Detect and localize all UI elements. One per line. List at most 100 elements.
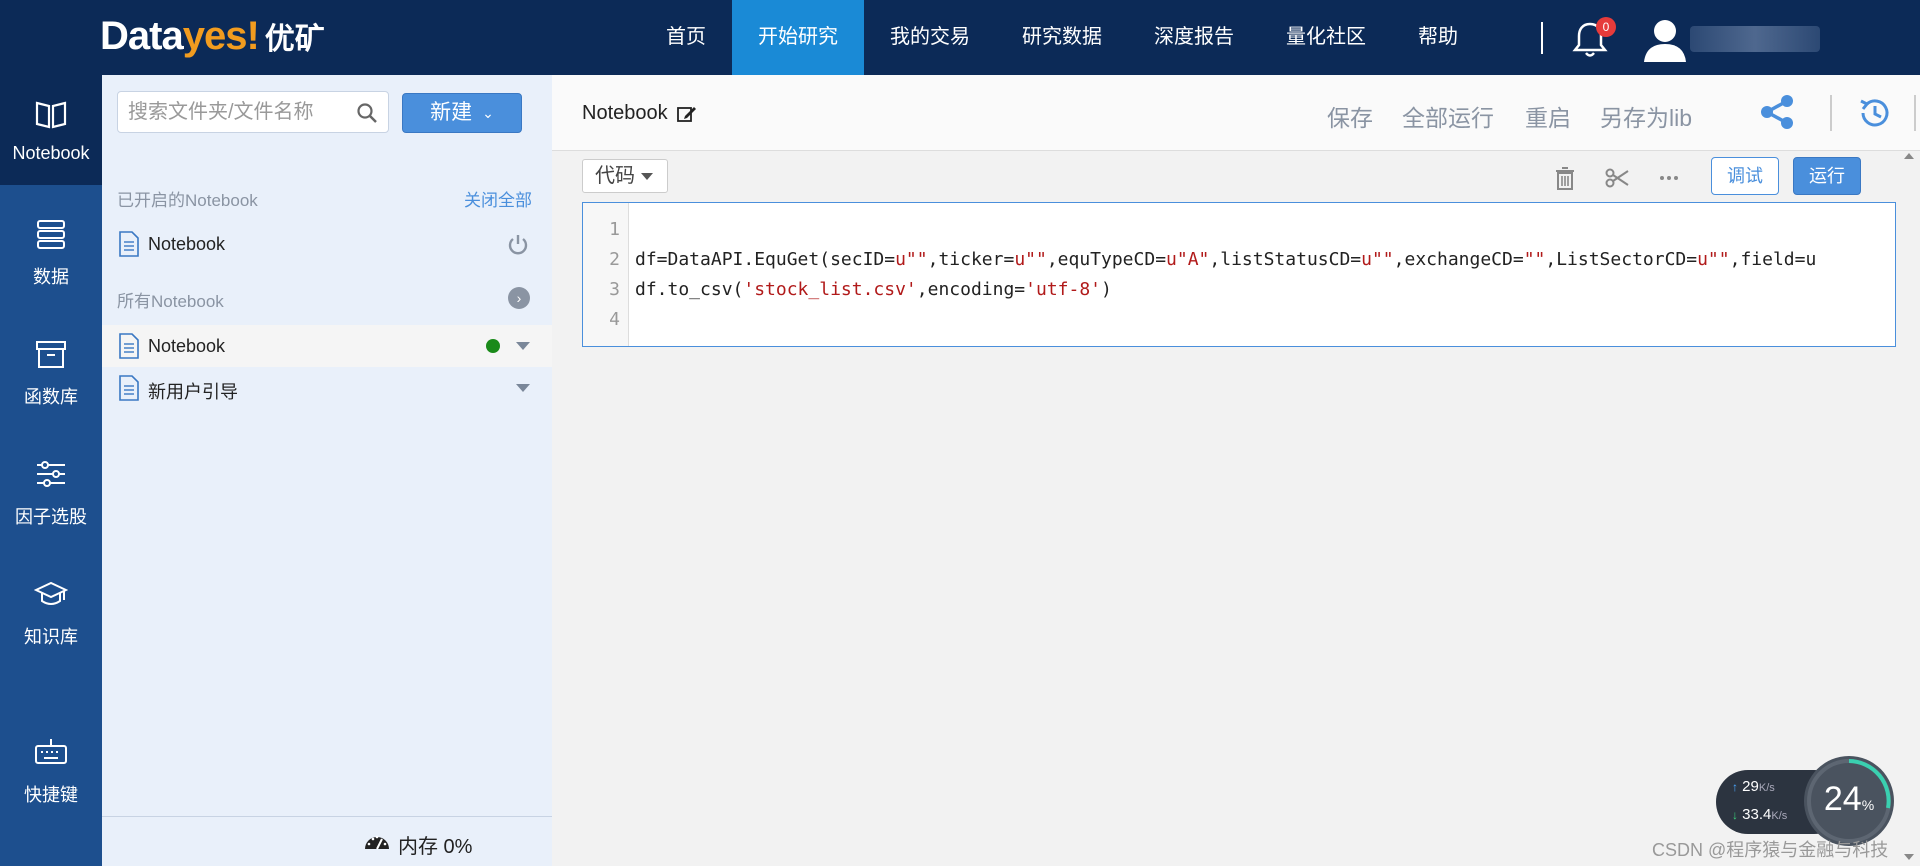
logo-yes: yes! [182, 14, 260, 58]
opened-notebooks-title: 已开启的Notebook [117, 191, 258, 210]
running-status-dot [486, 339, 500, 353]
line-number: 3 [609, 279, 620, 300]
graduation-cap-icon [34, 581, 68, 605]
chevron-down-icon: ⌄ [482, 105, 494, 122]
notebook-label: Notebook [148, 234, 226, 254]
keyboard-icon [35, 739, 67, 764]
opened-notebook-item[interactable]: Notebook [102, 223, 552, 265]
sliders-icon [37, 461, 65, 487]
upload-speed: ↑ 29K/s [1732, 778, 1775, 795]
trash-icon[interactable] [1552, 165, 1578, 191]
power-icon[interactable] [506, 233, 530, 257]
close-all-link[interactable]: 关闭全部 [464, 186, 532, 211]
user-name-blurred[interactable] [1690, 26, 1820, 52]
rail-knowledge[interactable]: 知识库 [0, 555, 102, 665]
toolbar-divider [1830, 95, 1832, 131]
notebook-title[interactable]: Notebook [582, 102, 697, 125]
scroll-down-icon[interactable] [1904, 854, 1914, 860]
restart-button[interactable]: 重启 [1525, 99, 1571, 133]
code-line: df=DataAPI.EquGet(secID=u"",ticker=u"",e… [635, 249, 1817, 270]
nav-community[interactable]: 量化社区 [1260, 0, 1392, 75]
gauge-icon [365, 835, 389, 850]
logo-cn: 优矿 [264, 23, 325, 56]
caret-down-icon[interactable] [516, 384, 530, 392]
rail-label: Notebook [12, 143, 90, 163]
download-unit: K/s [1771, 810, 1788, 822]
history-icon[interactable] [1857, 95, 1893, 131]
cpu-value: 24% [1804, 780, 1894, 819]
main-nav: 首页 开始研究 我的交易 研究数据 深度报告 量化社区 帮助 [640, 0, 1484, 75]
toolbar-divider [1914, 95, 1916, 131]
more-icon[interactable] [1656, 165, 1682, 191]
document-icon [119, 231, 139, 257]
rail-notebook[interactable]: Notebook [0, 75, 102, 185]
code-cell[interactable]: 1 2 3 4 df=DataAPI.EquGet(secID=u"",tick… [582, 202, 1896, 347]
logo-data: Data [100, 14, 184, 58]
cell-type-select[interactable]: 代码 [582, 159, 668, 193]
book-icon [35, 101, 67, 129]
code-line: df.to_csv('stock_list.csv',encoding='utf… [635, 279, 1112, 300]
cell-type-value: 代码 [595, 165, 635, 187]
cpu-number: 24 [1823, 780, 1862, 818]
nav-research-data[interactable]: 研究数据 [996, 0, 1128, 75]
document-icon [119, 375, 139, 401]
upload-value: 29 [1742, 778, 1759, 795]
new-button-label: 新建 [430, 101, 473, 124]
database-icon [37, 220, 65, 249]
vertical-scrollbar[interactable] [1898, 153, 1920, 866]
line-number: 4 [609, 309, 620, 330]
notebook-editor: Notebook 保存 全部运行 重启 另存为lib 代码 调试 运行 1 2 … [552, 75, 1920, 866]
left-rail: Notebook 数据 函数库 因子选股 知识库 快捷键 [0, 75, 102, 866]
share-icon[interactable] [1758, 93, 1796, 131]
top-bar: Data yes! 优矿 首页 开始研究 我的交易 研究数据 深度报告 量化社区 帮… [0, 0, 1920, 75]
cpu-unit: % [1861, 797, 1875, 813]
user-avatar-icon[interactable] [1640, 14, 1690, 64]
nav-trading[interactable]: 我的交易 [864, 0, 996, 75]
all-notebooks-title: 所有Notebook [117, 292, 224, 311]
run-all-button[interactable]: 全部运行 [1402, 99, 1494, 133]
edit-icon[interactable] [677, 105, 697, 123]
new-button[interactable]: 新建 ⌄ [402, 93, 522, 133]
nav-divider [1541, 22, 1543, 54]
notebook-list-item[interactable]: 新用户引导 [102, 367, 552, 409]
rail-data[interactable]: 数据 [0, 195, 102, 305]
memory-status-bar: 内存 0% [102, 816, 552, 866]
scissors-icon[interactable] [1604, 165, 1630, 191]
rail-shortcuts[interactable]: 快捷键 [0, 713, 102, 823]
rail-label: 知识库 [24, 627, 78, 647]
upload-arrow-icon: ↑ [1732, 780, 1738, 794]
scroll-up-icon[interactable] [1904, 153, 1914, 159]
notebook-label: 新用户引导 [148, 382, 238, 402]
chevron-right-icon[interactable]: › [508, 287, 530, 309]
memory-usage-text: 内存 0% [398, 836, 473, 858]
caret-down-icon [641, 173, 653, 181]
line-number-gutter: 1 2 3 4 [583, 203, 629, 346]
nav-home[interactable]: 首页 [640, 0, 732, 75]
caret-down-icon[interactable] [516, 342, 530, 350]
rail-label: 因子选股 [15, 507, 87, 527]
download-arrow-icon: ↓ [1732, 808, 1738, 822]
rail-label: 快捷键 [24, 785, 78, 805]
nav-help[interactable]: 帮助 [1392, 0, 1484, 75]
upload-unit: K/s [1758, 782, 1775, 794]
document-icon [119, 333, 139, 359]
notebook-title-text: Notebook [582, 102, 668, 124]
search-input[interactable] [128, 98, 348, 126]
archive-box-icon [36, 341, 66, 368]
cpu-usage-gauge: 24% [1804, 756, 1894, 846]
notebook-list-item[interactable]: Notebook [102, 325, 552, 367]
line-number: 2 [609, 249, 620, 270]
rail-library[interactable]: 函数库 [0, 315, 102, 425]
run-button[interactable]: 运行 [1793, 157, 1861, 195]
nav-research[interactable]: 开始研究 [732, 0, 864, 75]
search-icon[interactable] [356, 102, 378, 124]
save-as-lib-button[interactable]: 另存为lib [1600, 99, 1692, 133]
rail-label: 函数库 [24, 387, 78, 407]
notebook-label: Notebook [148, 336, 226, 356]
rail-factor[interactable]: 因子选股 [0, 435, 102, 545]
debug-button[interactable]: 调试 [1711, 157, 1779, 195]
logo[interactable]: Data yes! 优矿 [100, 14, 325, 60]
save-button[interactable]: 保存 [1327, 99, 1373, 133]
editor-toolbar: Notebook 保存 全部运行 重启 另存为lib [552, 75, 1920, 151]
nav-reports[interactable]: 深度报告 [1128, 0, 1260, 75]
